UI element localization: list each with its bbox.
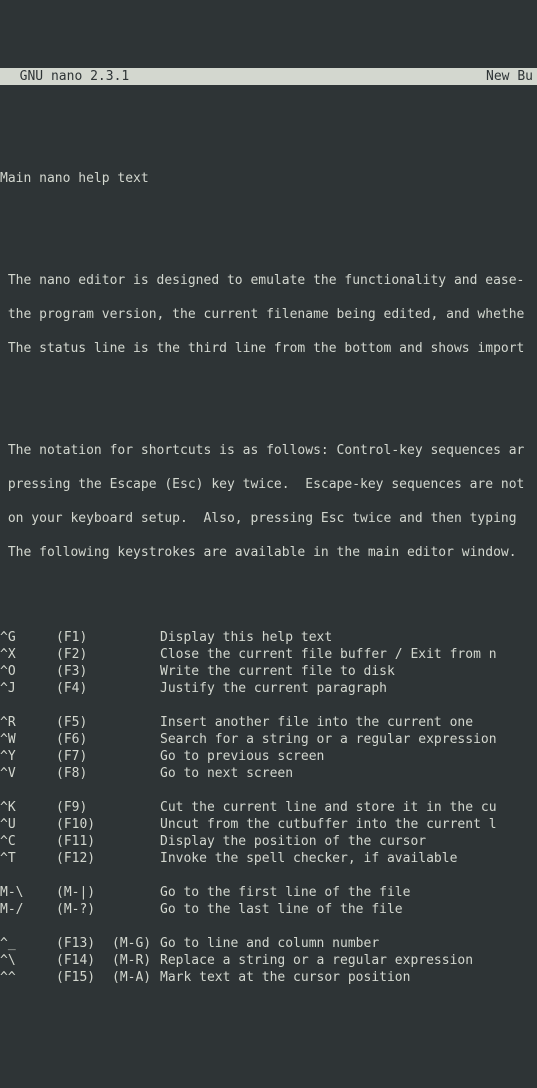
shortcut-row: ^J(F4) Justify the current paragraph: [0, 680, 537, 697]
shortcut-key: ^T: [0, 850, 56, 867]
shortcut-row: ^O(F3) Write the current file to disk: [0, 663, 537, 680]
shortcut-key: M-\: [0, 884, 56, 901]
shortcut-meta: (M-G): [112, 935, 160, 952]
shortcut-description: Go to next screen: [160, 766, 293, 781]
shortcut-description: Write the current file to disk: [160, 664, 395, 679]
shortcut-fkey: (F15): [56, 969, 112, 986]
shortcut-key: ^G: [0, 629, 56, 646]
shortcut-fkey: (F11): [56, 833, 112, 850]
shortcut-description: Go to the first line of the file: [160, 885, 410, 900]
shortcut-key: ^J: [0, 680, 56, 697]
shortcut-fkey: (F5): [56, 714, 112, 731]
shortcut-fkey: (F10): [56, 816, 112, 833]
shortcut-key: ^_: [0, 935, 56, 952]
shortcut-row: M-/(M-?) Go to the last line of the file: [0, 901, 537, 918]
shortcut-description: Insert another file into the current one: [160, 715, 473, 730]
shortcut-fkey: (M-|): [56, 884, 112, 901]
help-text-line: the program version, the current filenam…: [0, 306, 537, 323]
help-text-line: The status line is the third line from t…: [0, 340, 537, 357]
shortcut-key: ^U: [0, 816, 56, 833]
shortcut-description: Cut the current line and store it in the…: [160, 800, 497, 815]
shortcut-row: ^G(F1) Display this help text: [0, 629, 537, 646]
shortcut-fkey: (F12): [56, 850, 112, 867]
shortcut-row: M-\(M-|) Go to the first line of the file: [0, 884, 537, 901]
shortcut-key: ^R: [0, 714, 56, 731]
shortcut-key: ^O: [0, 663, 56, 680]
shortcut-fkey: (F14): [56, 952, 112, 969]
shortcut-meta: (M-R): [112, 952, 160, 969]
shortcut-key: M-/: [0, 901, 56, 918]
shortcut-key: ^Y: [0, 748, 56, 765]
shortcut-fkey: (F2): [56, 646, 112, 663]
shortcut-fkey: (F1): [56, 629, 112, 646]
shortcut-description: Go to the last line of the file: [160, 902, 403, 917]
shortcut-key: ^K: [0, 799, 56, 816]
shortcut-fkey: (F4): [56, 680, 112, 697]
shortcut-description: Uncut from the cutbuffer into the curren…: [160, 817, 497, 832]
shortcut-description: Go to line and column number: [160, 936, 379, 951]
shortcut-fkey: (F6): [56, 731, 112, 748]
shortcut-row: ^\(F14)(M-R)Replace a string or a regula…: [0, 952, 537, 969]
title-bar: GNU nano 2.3.1 New Bu: [0, 68, 537, 85]
shortcut-description: Search for a string or a regular express…: [160, 732, 497, 747]
shortcut-fkey: (F13): [56, 935, 112, 952]
shortcut-description: Close the current file buffer / Exit fro…: [160, 647, 497, 662]
shortcut-key: ^W: [0, 731, 56, 748]
shortcut-row: ^U(F10) Uncut from the cutbuffer into the…: [0, 816, 537, 833]
shortcut-row: ^C(F11) Display the position of the curso…: [0, 833, 537, 850]
shortcut-row: ^_(F13)(M-G)Go to line and column number: [0, 935, 537, 952]
shortcut-row: ^X(F2) Close the current file buffer / Ex…: [0, 646, 537, 663]
shortcut-description: Go to previous screen: [160, 749, 324, 764]
buffer-status: New Bu: [486, 68, 533, 85]
shortcut-row: ^R(F5) Insert another file into the curre…: [0, 714, 537, 731]
shortcut-description: Replace a string or a regular expression: [160, 953, 473, 968]
shortcut-row: ^V(F8) Go to next screen: [0, 765, 537, 782]
shortcut-key: ^V: [0, 765, 56, 782]
shortcut-row: ^T(F12) Invoke the spell checker, if avai…: [0, 850, 537, 867]
shortcut-description: Display this help text: [160, 630, 332, 645]
help-heading: Main nano help text: [0, 170, 537, 187]
shortcut-fkey: (F3): [56, 663, 112, 680]
help-content: Main nano help text The nano editor is d…: [0, 119, 537, 1003]
shortcut-description: Invoke the spell checker, if available: [160, 851, 457, 866]
shortcut-fkey: (F7): [56, 748, 112, 765]
help-text-line: on your keyboard setup. Also, pressing E…: [0, 510, 537, 527]
shortcut-description: Mark text at the cursor position: [160, 970, 410, 985]
shortcut-key: ^C: [0, 833, 56, 850]
shortcut-meta: (M-A): [112, 969, 160, 986]
app-version: GNU nano 2.3.1: [4, 68, 129, 85]
help-text-line: pressing the Escape (Esc) key twice. Esc…: [0, 476, 537, 493]
help-text-line: The nano editor is designed to emulate t…: [0, 272, 537, 289]
shortcut-key: ^^: [0, 969, 56, 986]
shortcut-description: Justify the current paragraph: [160, 681, 387, 696]
shortcut-fkey: (M-?): [56, 901, 112, 918]
shortcut-row: ^Y(F7) Go to previous screen: [0, 748, 537, 765]
shortcut-description: Display the position of the cursor: [160, 834, 426, 849]
shortcut-key: ^\: [0, 952, 56, 969]
shortcut-row: ^^(F15)(M-A)Mark text at the cursor posi…: [0, 969, 537, 986]
help-text-line: The notation for shortcuts is as follows…: [0, 442, 537, 459]
help-text-line: The following keystrokes are available i…: [0, 544, 537, 561]
shortcut-fkey: (F9): [56, 799, 112, 816]
shortcut-row: ^K(F9) Cut the current line and store it …: [0, 799, 537, 816]
shortcut-fkey: (F8): [56, 765, 112, 782]
shortcut-key: ^X: [0, 646, 56, 663]
shortcut-row: ^W(F6) Search for a string or a regular e…: [0, 731, 537, 748]
